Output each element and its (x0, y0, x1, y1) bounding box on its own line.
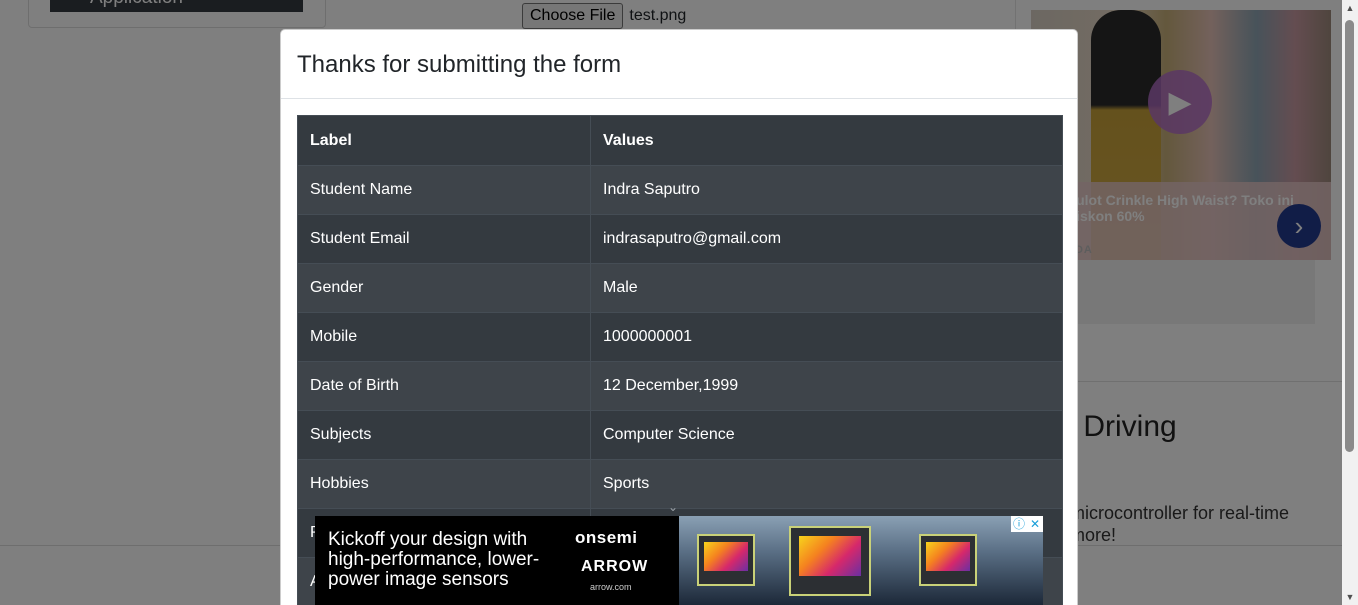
row-value: Computer Science (590, 410, 1063, 460)
header-values: Values (590, 115, 1063, 166)
onsemi-logo: onsemi (575, 528, 638, 547)
ad-info-icon[interactable]: ⓘ (1011, 516, 1027, 532)
row-value: indrasaputro@gmail.com (590, 214, 1063, 264)
ad-headline: Kickoff your design with high-performanc… (328, 529, 540, 590)
modal-title: Thanks for submitting the form (297, 51, 622, 78)
row-value: 1000000001 (590, 312, 1063, 362)
table-row: Student Name Indra Saputro (297, 165, 1063, 215)
row-value: Indra Saputro (590, 165, 1063, 215)
table-row: Date of Birth 12 December,1999 (297, 361, 1063, 411)
scroll-up-icon[interactable]: ▲ (1342, 0, 1358, 16)
table-header-row: Label Values (297, 115, 1063, 166)
row-label: Mobile (297, 312, 591, 362)
table-row: Mobile 1000000001 (297, 312, 1063, 362)
header-label: Label (297, 115, 591, 166)
modal-header: Thanks for submitting the form (281, 30, 1077, 99)
sensor-chip-image (697, 534, 755, 586)
row-value: Male (590, 263, 1063, 313)
row-label: Hobbies (297, 459, 591, 509)
table-row: Student Email indrasaputro@gmail.com (297, 214, 1063, 264)
row-value: Sports (590, 459, 1063, 509)
row-label: Student Name (297, 165, 591, 215)
ad-url: arrow.com (590, 582, 632, 592)
close-icon[interactable]: ✕ (1027, 516, 1043, 532)
ad-sensor-image (679, 516, 1043, 605)
row-label: Gender (297, 263, 591, 313)
scroll-thumb[interactable] (1345, 20, 1354, 452)
row-label: Date of Birth (297, 361, 591, 411)
table-row: Hobbies Sports (297, 459, 1063, 509)
sensor-chip-image (789, 526, 871, 596)
table-row: Subjects Computer Science (297, 410, 1063, 460)
sensor-chip-image (919, 534, 977, 586)
scrollbar[interactable]: ▲ ▼ (1342, 0, 1358, 605)
chevron-down-icon[interactable]: ⌄ (668, 500, 678, 514)
scroll-down-icon[interactable]: ▼ (1342, 589, 1358, 605)
bottom-ad-banner[interactable]: Kickoff your design with high-performanc… (315, 516, 1043, 605)
table-row: Gender Male (297, 263, 1063, 313)
row-label: Subjects (297, 410, 591, 460)
arrow-logo: ARROW (581, 558, 649, 575)
row-value: 12 December,1999 (590, 361, 1063, 411)
row-label: Student Email (297, 214, 591, 264)
